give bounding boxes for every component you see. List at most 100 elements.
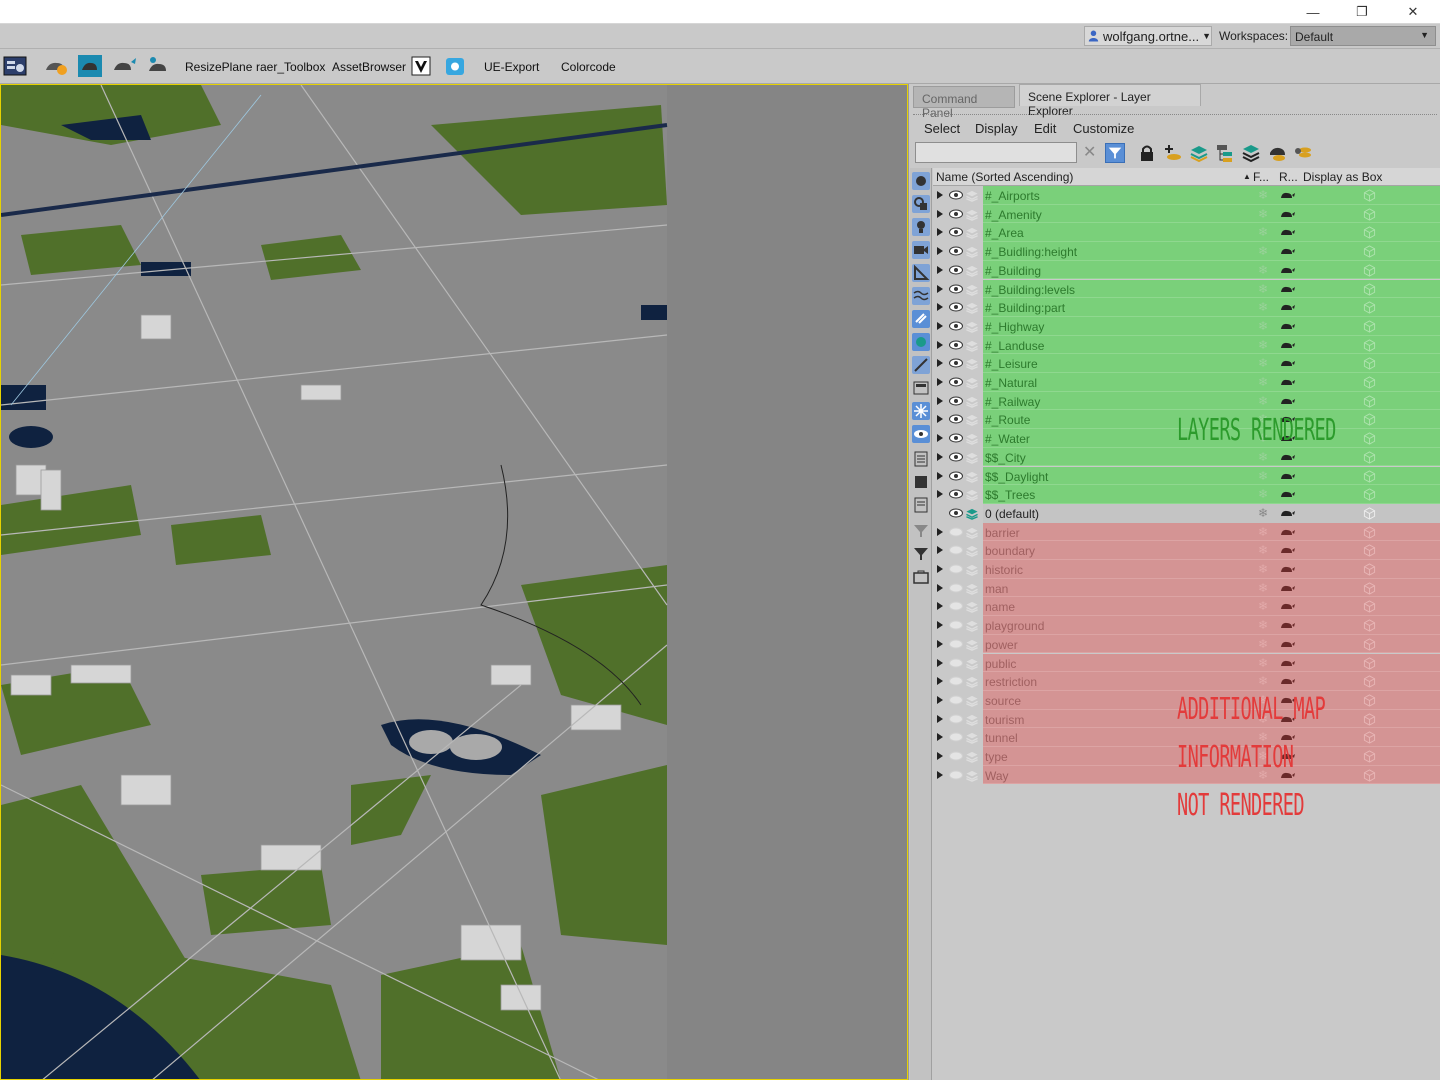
renderable-teapot-icon[interactable]	[1279, 451, 1295, 463]
expand-arrow-icon[interactable]	[937, 415, 943, 424]
xrefs-filter-icon[interactable]	[912, 333, 930, 351]
visibility-eye-icon[interactable]	[949, 396, 963, 406]
minimize-icon[interactable]: —	[1290, 0, 1336, 24]
display-as-box-icon[interactable]	[1363, 507, 1376, 520]
visibility-eye-icon[interactable]	[949, 246, 963, 256]
visibility-eye-icon[interactable]	[949, 227, 963, 237]
new-layer-icon[interactable]	[1163, 143, 1183, 163]
visibility-eye-icon[interactable]	[949, 433, 963, 443]
layer-row[interactable]: name ❄	[933, 597, 1440, 617]
groups-filter-icon[interactable]	[912, 310, 930, 328]
display-as-box-icon[interactable]	[1363, 656, 1376, 670]
renderable-teapot-icon[interactable]	[1279, 357, 1295, 369]
expand-arrow-icon[interactable]	[937, 714, 943, 723]
display-as-box-icon[interactable]	[1363, 226, 1376, 239]
freeze-icon[interactable]: ❄	[1258, 618, 1268, 632]
layer-row[interactable]: #_Buidling:height ❄	[933, 242, 1440, 261]
freeze-icon[interactable]: ❄	[1258, 338, 1268, 352]
freeze-icon[interactable]: ❄	[1258, 375, 1268, 389]
freeze-icon[interactable]: ❄	[1258, 674, 1268, 688]
display-as-box-icon[interactable]	[1363, 338, 1376, 352]
freeze-icon[interactable]: ❄	[1258, 319, 1268, 333]
renderable-teapot-icon[interactable]	[1279, 600, 1295, 612]
renderable-teapot-icon[interactable]	[1279, 301, 1295, 313]
visibility-eye-icon[interactable]	[949, 340, 963, 350]
visibility-eye-icon[interactable]	[949, 620, 963, 630]
toolbar-colorcode[interactable]: Colorcode	[561, 60, 616, 74]
lock-icon[interactable]	[1137, 143, 1157, 163]
visibility-eye-icon[interactable]	[949, 676, 963, 686]
display-as-box-icon[interactable]	[1363, 376, 1376, 389]
display-all-icon[interactable]	[912, 379, 930, 397]
renderable-teapot-icon[interactable]	[1279, 208, 1295, 220]
expand-arrow-icon[interactable]	[937, 247, 943, 256]
layer-row[interactable]: 0 (default) ❄	[933, 503, 1440, 523]
renderable-teapot-icon[interactable]	[1279, 675, 1295, 687]
renderable-teapot-icon[interactable]	[1279, 526, 1295, 538]
expand-arrow-icon[interactable]	[937, 191, 943, 199]
helpers-filter-icon[interactable]	[912, 264, 930, 282]
toolbar-resizeplane[interactable]: ResizePlane	[185, 60, 252, 74]
renderable-teapot-icon[interactable]	[1279, 544, 1295, 556]
layer-row[interactable]: public ❄	[933, 653, 1440, 673]
visibility-eye-icon[interactable]	[949, 545, 963, 555]
layer-row[interactable]: $$_Trees ❄	[933, 485, 1440, 504]
display-as-box-icon[interactable]	[1363, 712, 1376, 726]
freeze-icon[interactable]: ❄	[1258, 581, 1268, 595]
layer-row[interactable]: boundary ❄	[933, 541, 1440, 560]
visibility-eye-icon[interactable]	[949, 265, 963, 275]
freeze-toggle-icon[interactable]	[912, 402, 930, 420]
freeze-icon[interactable]: ❄	[1258, 356, 1268, 370]
layer-row[interactable]: historic ❄	[933, 560, 1440, 579]
freeze-icon[interactable]: ❄	[1258, 244, 1268, 258]
geometry-filter-icon[interactable]	[912, 172, 930, 190]
render-activeshade-icon[interactable]	[146, 54, 172, 78]
layer-row[interactable]: #_Landuse ❄	[933, 335, 1440, 355]
display-as-box-icon[interactable]	[1363, 694, 1376, 707]
filter-off-icon[interactable]	[912, 522, 930, 540]
layer-row[interactable]: playground ❄	[933, 616, 1440, 635]
renderable-teapot-icon[interactable]	[1279, 638, 1295, 650]
filter-icon[interactable]	[1105, 143, 1125, 163]
scene-states-icon[interactable]	[3, 54, 29, 78]
freeze-icon[interactable]: ❄	[1258, 207, 1268, 221]
render-settings-icon[interactable]	[43, 54, 69, 78]
layer-row[interactable]: #_Natural ❄	[933, 373, 1440, 392]
freeze-icon[interactable]: ❄	[1258, 188, 1268, 202]
visibility-eye-icon[interactable]	[949, 452, 963, 462]
expand-arrow-icon[interactable]	[937, 452, 943, 461]
toolbar-assetbrowser[interactable]: AssetBrowser	[332, 60, 406, 74]
workspace-select[interactable]: Default ▼	[1290, 26, 1436, 46]
expand-arrow-icon[interactable]	[937, 471, 943, 480]
display-as-box-icon[interactable]	[1363, 264, 1376, 277]
column-freeze-header[interactable]: F...	[1253, 170, 1269, 184]
display-as-box-icon[interactable]	[1363, 208, 1376, 221]
visibility-eye-icon[interactable]	[949, 695, 963, 705]
display-as-box-icon[interactable]	[1363, 675, 1376, 688]
freeze-icon[interactable]: ❄	[1258, 543, 1268, 557]
visibility-eye-icon[interactable]	[949, 583, 963, 593]
freeze-icon[interactable]: ❄	[1258, 525, 1268, 539]
freeze-icon[interactable]: ❄	[1258, 394, 1268, 408]
display-as-box-icon[interactable]	[1363, 245, 1376, 258]
visibility-eye-icon[interactable]	[949, 639, 963, 649]
display-as-box-icon[interactable]	[1363, 750, 1376, 763]
visibility-eye-icon[interactable]	[949, 377, 963, 387]
display-as-box-icon[interactable]	[1363, 432, 1376, 445]
expand-arrow-icon[interactable]	[937, 546, 943, 555]
display-as-box-icon[interactable]	[1363, 469, 1376, 483]
layer-row[interactable]: #_Building:levels ❄	[933, 279, 1440, 299]
cameras-filter-icon[interactable]	[912, 241, 930, 259]
renderable-teapot-icon[interactable]	[1279, 320, 1295, 332]
expand-arrow-icon[interactable]	[937, 265, 943, 274]
renderable-teapot-icon[interactable]	[1279, 226, 1295, 238]
visibility-eye-icon[interactable]	[949, 209, 963, 219]
expand-arrow-icon[interactable]	[937, 209, 943, 218]
freeze-icon[interactable]: ❄	[1258, 506, 1268, 520]
display-as-box-icon[interactable]	[1363, 731, 1376, 744]
expand-arrow-icon[interactable]	[937, 733, 943, 742]
display-as-box-icon[interactable]	[1363, 413, 1376, 426]
menu-display[interactable]: Display	[975, 121, 1018, 136]
expand-arrow-icon[interactable]	[937, 359, 943, 368]
expand-arrow-icon[interactable]	[937, 770, 943, 779]
